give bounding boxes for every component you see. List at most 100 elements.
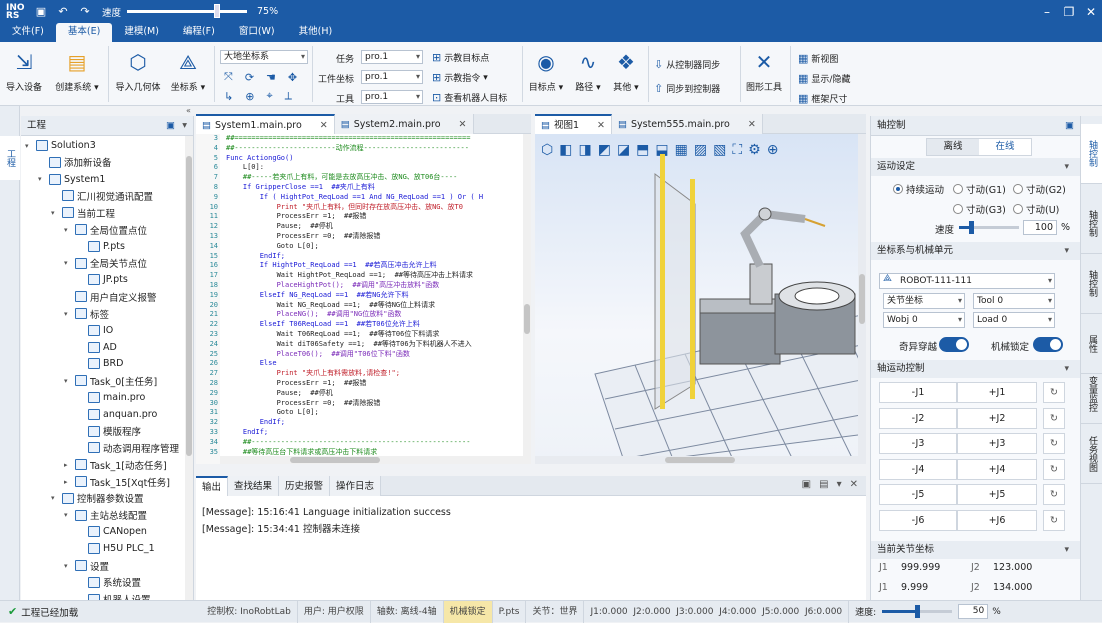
- import-geometry-button[interactable]: ⬡ 导入几何体: [112, 48, 164, 93]
- output-close-icon[interactable]: ✕: [850, 479, 858, 490]
- tree-toggle-icon[interactable]: ▾: [64, 377, 72, 385]
- tree-item[interactable]: 机器人设置: [77, 592, 151, 600]
- radio-jog-g1[interactable]: 寸动(G1): [953, 182, 1006, 196]
- jog-plus-button[interactable]: +J6: [957, 509, 1037, 531]
- tree-toggle-icon[interactable]: ▾: [64, 562, 72, 570]
- output-copy-icon[interactable]: ▣: [802, 479, 811, 490]
- tree-item[interactable]: anquan.pro: [77, 407, 157, 422]
- collapse-left-icon[interactable]: «: [186, 106, 194, 116]
- import-device-button[interactable]: ⇲ 导入设备: [4, 48, 44, 93]
- tree-item[interactable]: 系统设置: [77, 575, 141, 590]
- joint-coord-select[interactable]: 关节坐标: [883, 293, 965, 309]
- coord-section-header[interactable]: 坐标系与机械单元: [871, 242, 1081, 260]
- axis-speed-slider[interactable]: [959, 221, 1019, 234]
- tree-toggle-icon[interactable]: ▾: [64, 226, 72, 234]
- side-tab[interactable]: 轴控制: [1081, 254, 1102, 314]
- tab[interactable]: ▤ 视图1 ✕: [535, 114, 612, 134]
- tree-item[interactable]: 添加新设备: [38, 155, 112, 170]
- reset-icon[interactable]: ↻: [1043, 433, 1065, 454]
- radio-jog-u[interactable]: 寸动(U): [1013, 202, 1059, 216]
- jog-plus-button[interactable]: +J5: [957, 484, 1037, 505]
- 3d-viewport[interactable]: ⬡ ◧ ◨ ◩ ◪ ⬒ ⬓ ▦ ▨ ▧ ⛶ ⚙ ⊕: [535, 134, 866, 464]
- tree-item[interactable]: H5U PLC_1: [77, 541, 155, 556]
- path-button[interactable]: ∿ 路径 ▾: [570, 48, 606, 93]
- joint-section-header[interactable]: 当前关节坐标: [871, 541, 1081, 559]
- tree-scroll-thumb[interactable]: [186, 156, 192, 456]
- radio-jog-g3[interactable]: 寸动(G3): [953, 202, 1006, 216]
- radio-continuous[interactable]: 持续运动: [893, 182, 944, 196]
- tree-item[interactable]: CANopen: [77, 524, 147, 539]
- teach-cmd-button[interactable]: ⊞ 示教指令 ▾: [432, 71, 488, 84]
- rotate-icon[interactable]: ⟳: [245, 71, 254, 84]
- tree-toggle-icon[interactable]: ▾: [38, 175, 46, 183]
- tree-toggle-icon[interactable]: ▾: [51, 494, 59, 502]
- side-tab[interactable]: 任务视图: [1081, 424, 1102, 484]
- graphic-tools-button[interactable]: ✕ 图形工具: [742, 48, 786, 93]
- tree-item[interactable]: ▾ 全局位置点位: [64, 222, 147, 237]
- coord-system-button[interactable]: ⟁ 坐标系 ▾: [168, 48, 208, 93]
- measure-icon[interactable]: ⟂: [285, 89, 292, 103]
- axis-speed-input[interactable]: 100: [1023, 220, 1057, 235]
- frame-size-button[interactable]: ▦ 框架尺寸: [798, 92, 847, 105]
- singular-toggle[interactable]: [939, 337, 969, 352]
- tab[interactable]: 操作日志: [330, 476, 382, 496]
- view-vscroll-thumb[interactable]: [859, 274, 865, 324]
- tree-item[interactable]: ▸ Task_15[Xqt任务]: [64, 474, 170, 489]
- jog-section-header[interactable]: 轴运动控制: [871, 360, 1081, 378]
- tool-frame-select[interactable]: Tool 0: [973, 293, 1055, 309]
- tree-item[interactable]: AD: [77, 340, 117, 355]
- axis-pin-icon[interactable]: ▣: [1065, 116, 1074, 136]
- menu-item[interactable]: 建模(M): [112, 23, 171, 42]
- reset-icon[interactable]: ↻: [1043, 509, 1065, 531]
- wobj-select[interactable]: Wobj 0: [883, 312, 965, 328]
- mode-offline-tab[interactable]: 离线: [927, 139, 979, 155]
- tree-item[interactable]: JP.pts: [77, 272, 128, 287]
- minimize-icon[interactable]: –: [1036, 5, 1058, 19]
- tab[interactable]: ▤ System2.main.pro ✕: [334, 114, 474, 134]
- view-hscrollbar[interactable]: [535, 456, 866, 464]
- tab[interactable]: 输出: [196, 476, 229, 496]
- close-icon[interactable]: ✕: [1080, 5, 1102, 19]
- robot-select[interactable]: ROBOT-111-111: [879, 273, 1055, 289]
- side-tab-project[interactable]: 工程: [0, 136, 20, 180]
- new-view-button[interactable]: ▦ 新视图: [798, 52, 838, 65]
- mech-lock-toggle[interactable]: [1033, 337, 1063, 352]
- chevron-down-icon[interactable]: ▾: [182, 116, 187, 136]
- tree-item[interactable]: 动态调用程序管理: [77, 440, 179, 455]
- tree-item[interactable]: ▾ 主站总线配置: [64, 508, 147, 523]
- load-select[interactable]: Load 0: [973, 312, 1055, 328]
- maximize-icon[interactable]: ❐: [1058, 5, 1080, 19]
- jog-minus-button[interactable]: -J2: [879, 407, 957, 429]
- tab-close-icon[interactable]: ✕: [459, 115, 467, 134]
- tree-item[interactable]: ▸ Task_1[动态任务]: [64, 457, 167, 472]
- view-robot-target-button[interactable]: ⊡ 查看机器人目标: [432, 91, 507, 104]
- reset-icon[interactable]: ↻: [1043, 484, 1065, 505]
- status-speed-input[interactable]: 50: [958, 604, 989, 619]
- tab-close-icon[interactable]: ✕: [748, 115, 756, 134]
- jog-plus-button[interactable]: +J1: [957, 382, 1037, 403]
- reset-icon[interactable]: ↻: [1043, 382, 1065, 403]
- target-point-button[interactable]: ◉ 目标点 ▾: [526, 48, 566, 93]
- editor-hscrollbar[interactable]: [220, 456, 523, 464]
- sync-to-controller-button[interactable]: ⇧ 同步到控制器: [654, 82, 720, 95]
- tree-toggle-icon[interactable]: ▾: [25, 142, 33, 150]
- reset-icon[interactable]: ↻: [1043, 407, 1065, 429]
- speed-slider[interactable]: [127, 4, 248, 18]
- coord-select[interactable]: 大地坐标系: [220, 50, 308, 64]
- tree-item[interactable]: ▾ System1: [38, 172, 105, 187]
- tree-item[interactable]: ▾ 控制器参数设置: [51, 491, 144, 506]
- menu-item[interactable]: 窗口(W): [227, 23, 287, 42]
- tree-item[interactable]: 模版程序: [77, 424, 141, 439]
- other-button[interactable]: ❖ 其他 ▾: [608, 48, 644, 93]
- speed-slider-handle[interactable]: [214, 4, 221, 18]
- tree-item[interactable]: main.pro: [77, 390, 145, 405]
- view-vscrollbar[interactable]: [858, 134, 866, 456]
- tree-toggle-icon[interactable]: ▾: [51, 209, 59, 217]
- hand-icon[interactable]: ☚: [266, 71, 276, 84]
- menu-item[interactable]: 编程(F): [171, 23, 227, 42]
- menu-item[interactable]: 文件(F): [0, 23, 56, 42]
- task-select[interactable]: pro.1: [361, 50, 423, 64]
- teach-target-button[interactable]: ⊞ 示教目标点: [432, 51, 489, 64]
- tree-item[interactable]: ▾ 标签: [64, 306, 109, 321]
- side-tab[interactable]: 轴控制: [1081, 194, 1102, 254]
